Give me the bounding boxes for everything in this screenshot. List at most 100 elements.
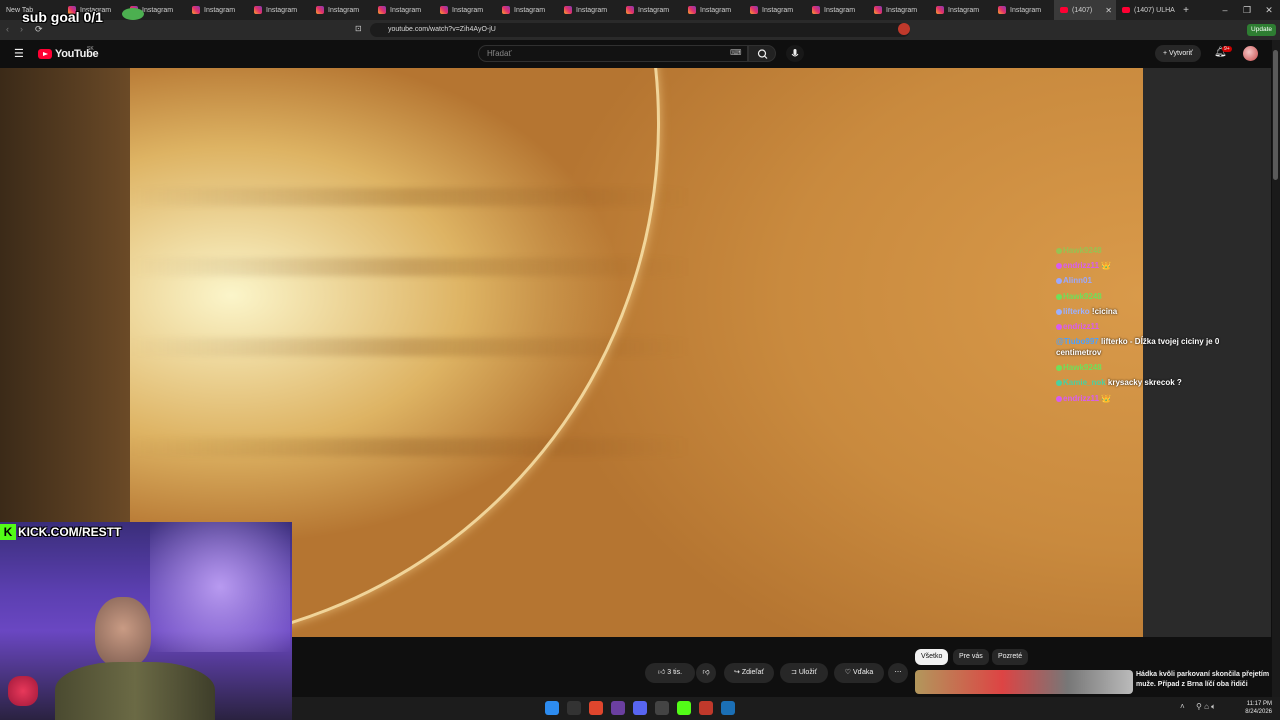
instagram-icon: [750, 6, 758, 14]
tab-instagram[interactable]: Instagram: [682, 0, 744, 20]
obs-icon[interactable]: [655, 701, 669, 715]
tray-chevron-icon[interactable]: ˄: [1180, 702, 1185, 711]
url-field[interactable]: youtube.com/watch?v=Zih4AyO-jU: [370, 23, 910, 37]
discord-icon[interactable]: [633, 701, 647, 715]
thumbs-up-icon: 👍︎: [657, 669, 668, 676]
forward-icon[interactable]: ›: [20, 24, 23, 34]
tab-label: Instagram: [1010, 6, 1042, 14]
close-window-icon[interactable]: ✕: [1258, 5, 1280, 16]
search-input[interactable]: Hľadať: [478, 45, 748, 62]
instagram-icon: [998, 6, 1006, 14]
chat-message: Kamie_nok krysacky skrecok ?: [1056, 375, 1236, 390]
share-button[interactable]: ↪ Zdieľať: [724, 663, 774, 683]
heart-dollar-icon: ♡: [844, 669, 853, 676]
tab-instagram[interactable]: Instagram: [186, 0, 248, 20]
streamer-head: [95, 597, 151, 667]
chat-message: Alinn01: [1056, 273, 1236, 288]
tab-instagram[interactable]: Instagram: [434, 0, 496, 20]
search-icon: [757, 49, 768, 59]
recommended-title[interactable]: Hádka kvôli parkovaní skončila přejetím …: [1136, 670, 1270, 690]
tab-instagram[interactable]: Instagram: [868, 0, 930, 20]
notification-badge: 9+: [1222, 46, 1232, 52]
badge-icon: [1056, 308, 1062, 315]
microphone-button[interactable]: [786, 45, 804, 62]
kick-app-icon[interactable]: [677, 701, 691, 715]
dislike-button[interactable]: 👎︎: [696, 663, 716, 683]
chat-message: endrizz11: [1056, 319, 1236, 334]
badge-icon: [1056, 263, 1062, 270]
tab-instagram[interactable]: Instagram: [496, 0, 558, 20]
bookmark-icon: ⊐: [791, 669, 799, 676]
brave-shield-icon[interactable]: [898, 23, 910, 35]
search-button[interactable]: [748, 45, 776, 62]
chat-user: Hawk9248: [1063, 246, 1102, 255]
tab-instagram[interactable]: Instagram: [806, 0, 868, 20]
windows-start-icon[interactable]: [545, 701, 559, 715]
chat-text: !cicina: [1091, 306, 1118, 316]
bookmark-icon[interactable]: ⊡: [355, 24, 362, 33]
tab-instagram[interactable]: Instagram: [992, 0, 1054, 20]
system-clock[interactable]: 11:17 PM 8/24/2026: [1238, 700, 1272, 716]
chat-user: endrizz11: [1063, 261, 1100, 271]
youtube-icon: [1122, 7, 1130, 13]
instagram-icon: [874, 6, 882, 14]
avatar[interactable]: [1243, 46, 1258, 61]
scrollbar-thumb[interactable]: [1273, 50, 1278, 180]
chat-user: Alinn01: [1063, 276, 1092, 286]
back-icon[interactable]: ‹: [6, 24, 9, 34]
chip-watched[interactable]: Pozreté: [992, 649, 1029, 665]
tab-instagram[interactable]: Instagram: [620, 0, 682, 20]
clock-time: 11:17 PM: [1246, 701, 1272, 707]
app-icon[interactable]: [611, 701, 625, 715]
tab-youtube-active[interactable]: (1407) ✕: [1054, 0, 1116, 20]
tab-instagram[interactable]: Instagram: [248, 0, 310, 20]
reload-icon[interactable]: ⟳: [35, 24, 43, 35]
close-icon[interactable]: ✕: [1105, 6, 1112, 15]
thanks-button[interactable]: ♡ Vďaka: [834, 663, 884, 683]
tab-youtube[interactable]: (1407) ULHA: [1116, 0, 1178, 20]
chip-all[interactable]: Všetko: [915, 649, 949, 665]
thumbs-down-icon: 👎︎: [702, 669, 710, 676]
keyboard-icon[interactable]: ⌨: [730, 48, 742, 57]
badge-icon: [1056, 247, 1062, 254]
tab-instagram[interactable]: Instagram: [372, 0, 434, 20]
instagram-icon: [688, 6, 696, 14]
new-tab-button[interactable]: +: [1178, 5, 1194, 16]
tab-instagram[interactable]: Instagram: [744, 0, 806, 20]
like-button[interactable]: 👍︎ 3 tis.: [645, 663, 695, 683]
mascot-emote-icon: [8, 676, 38, 706]
webcam-feed: [0, 522, 292, 720]
tray-icons[interactable]: ⚲ ⌂ 🔈︎: [1196, 702, 1216, 712]
minimize-icon[interactable]: –: [1214, 5, 1236, 16]
tab-label: Instagram: [576, 6, 608, 14]
chip-for-you[interactable]: Pre vás: [953, 649, 989, 665]
restore-icon[interactable]: ❐: [1236, 5, 1258, 16]
chat-message: @Tiubo997 lifterko - Dĺžka tvojej ciciny…: [1056, 334, 1226, 360]
brave-browser-icon[interactable]: [589, 701, 603, 715]
tab-label: Instagram: [390, 6, 422, 14]
menu-icon[interactable]: ☰: [14, 47, 24, 60]
like-count: 3 tis.: [667, 669, 683, 676]
app-icon[interactable]: [699, 701, 713, 715]
tab-instagram[interactable]: Instagram: [310, 0, 372, 20]
tab-instagram[interactable]: Instagram: [930, 0, 992, 20]
tab-label: (1407) ULHA: [1134, 6, 1175, 14]
create-button[interactable]: + Vytvoriť: [1155, 45, 1201, 62]
tab-instagram[interactable]: Instagram: [558, 0, 620, 20]
instagram-icon: [192, 6, 200, 14]
badge-icon: [1056, 323, 1062, 330]
tab-label: Instagram: [514, 6, 546, 14]
update-button[interactable]: Update: [1247, 24, 1276, 36]
recommended-thumbnail[interactable]: [915, 670, 1133, 694]
streamer-body: [55, 662, 215, 720]
windows-taskbar: [292, 697, 1280, 720]
badge-icon: [1056, 380, 1062, 387]
save-button[interactable]: ⊐ Uložiť: [780, 663, 828, 683]
instagram-icon: [254, 6, 262, 14]
sub-goal-label: sub goal 0/1: [22, 9, 103, 25]
save-label: Uložiť: [798, 669, 817, 676]
more-actions-button[interactable]: ⋯: [888, 663, 908, 683]
steam-icon[interactable]: [721, 701, 735, 715]
task-view-icon[interactable]: [567, 701, 581, 715]
tab-label: Instagram: [638, 6, 670, 14]
